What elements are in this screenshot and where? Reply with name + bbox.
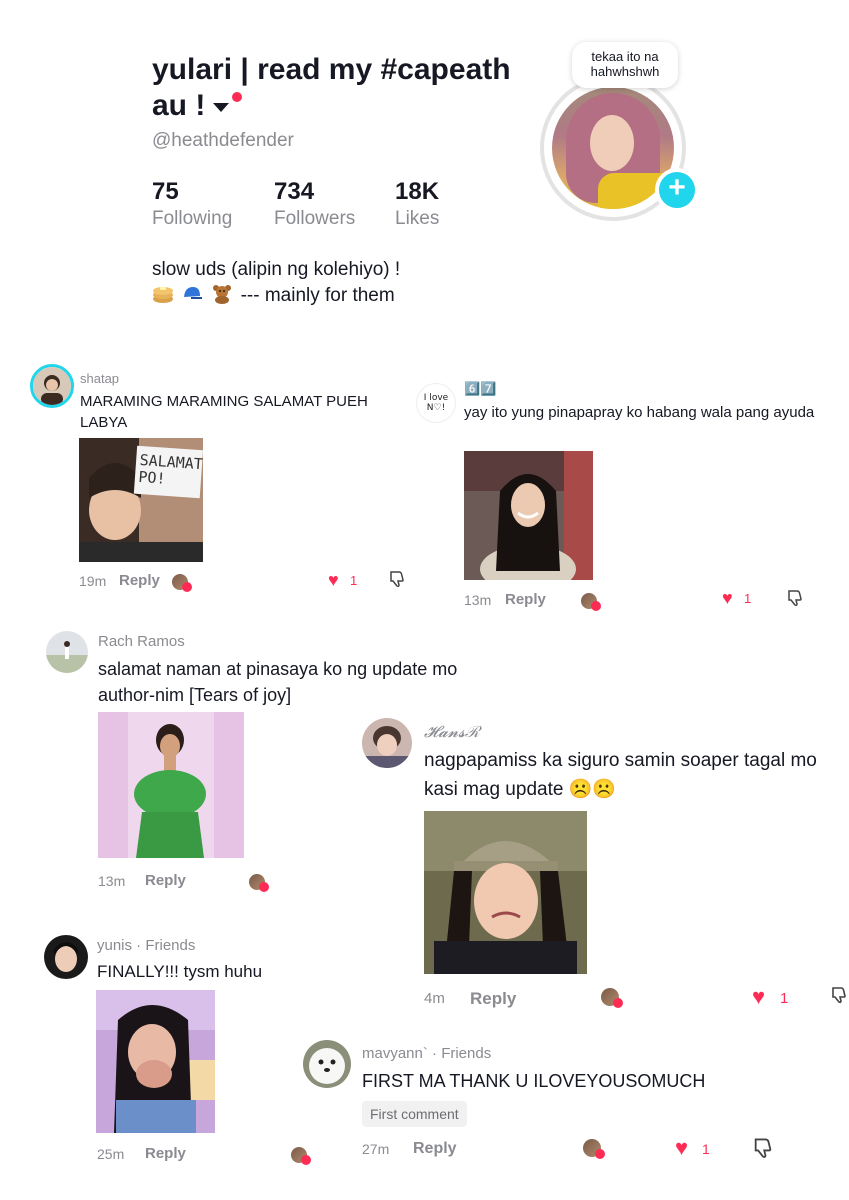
stat-followers[interactable]: 734 Followers <box>274 178 355 232</box>
creator-liked-avatar <box>583 1139 606 1159</box>
reply-button[interactable]: Reply <box>470 989 516 1009</box>
like-count: 1 <box>350 573 358 588</box>
comment-text: yay ito yung pinapapray ko habang wala p… <box>464 404 815 421</box>
stat-label: Followers <box>274 208 356 229</box>
avatar[interactable]: I love N♡! <box>416 383 456 423</box>
creator-liked-avatar <box>248 874 269 892</box>
reply-button[interactable]: Reply <box>119 572 160 589</box>
comment-text: salamat naman at pinasaya ko ng update m… <box>98 659 458 705</box>
comment-time: 13m <box>98 873 126 889</box>
comment-gif[interactable]: SALAMAT PO! <box>79 438 203 562</box>
comment-username[interactable]: 𝓗𝓪𝓷𝓼ℛ <box>424 722 480 742</box>
avatar[interactable] <box>44 935 88 979</box>
reply-button[interactable]: Reply <box>505 591 546 608</box>
comment-time: 4m <box>424 990 445 1007</box>
creator-liked-avatar <box>581 593 602 611</box>
like-count: 1 <box>702 1141 710 1157</box>
comment-username[interactable]: mavyann` · Friends <box>362 1045 491 1062</box>
like-count: 1 <box>780 990 789 1007</box>
reply-button[interactable]: Reply <box>145 1145 186 1162</box>
stat-value: 18K <box>395 178 440 205</box>
pancakes-icon <box>152 284 174 304</box>
dislike-icon[interactable] <box>786 589 804 612</box>
comment-gif[interactable] <box>98 712 244 858</box>
teddy-bear-icon <box>211 284 233 304</box>
bio-line-2: --- mainly for them <box>240 285 395 306</box>
like-count: 1 <box>744 591 752 606</box>
dislike-icon[interactable] <box>830 986 848 1013</box>
bio-line-1: slow uds (alipin ng kolehiyo) ! <box>152 259 401 280</box>
reply-button[interactable]: Reply <box>413 1140 457 1158</box>
profile-bio: slow uds (alipin ng kolehiyo) ! --- main… <box>152 257 400 309</box>
comment-gif[interactable] <box>464 451 593 580</box>
comment-username[interactable]: yunis · Friends <box>97 937 195 954</box>
notification-dot <box>232 92 243 102</box>
reply-button[interactable]: Reply <box>145 872 186 889</box>
comment-text: nagpapamiss ka siguro samin soaper tagal… <box>424 750 817 800</box>
comment-time: 13m <box>464 592 492 608</box>
heart-icon[interactable]: ♥ <box>675 1135 688 1161</box>
comment-username[interactable]: shatap <box>80 371 119 386</box>
dislike-icon[interactable] <box>388 570 406 593</box>
bio-emoji-group <box>152 283 235 309</box>
comment-text: FIRST MA THANK U ILOVEYOUSOMUCH <box>362 1071 706 1091</box>
creator-liked-avatar <box>290 1147 311 1165</box>
avatar[interactable] <box>362 718 412 768</box>
comment-username[interactable]: 6️⃣7️⃣ <box>464 381 496 397</box>
gif-caption: SALAMAT PO! <box>137 450 203 488</box>
note-bubble[interactable]: tekaa ito na hahwhshwh <box>572 42 678 88</box>
heart-icon[interactable]: ♥ <box>722 588 733 609</box>
add-story-button[interactable]: + <box>655 168 699 212</box>
stat-value: 75 <box>152 178 179 205</box>
stat-value: 734 <box>274 178 315 205</box>
profile-name: yulari | read my #capeath au ! <box>152 52 532 124</box>
avatar[interactable] <box>30 364 74 408</box>
first-comment-badge: First comment <box>362 1101 467 1127</box>
stat-label: Likes <box>395 208 440 229</box>
stat-label: Following <box>152 208 233 229</box>
creator-liked-avatar <box>601 988 624 1008</box>
profile-name-text: yulari | read my #capeath au ! <box>152 53 511 122</box>
stat-likes[interactable]: 18K Likes <box>395 178 439 232</box>
comment-gif[interactable] <box>424 811 587 974</box>
caret-down-icon[interactable] <box>213 102 230 112</box>
avatar[interactable] <box>303 1040 351 1088</box>
comment-text: MARAMING MARAMING SALAMAT PUEH LABYA <box>80 393 368 431</box>
dislike-icon[interactable] <box>752 1137 774 1164</box>
comment-time: 27m <box>362 1141 390 1157</box>
cap-icon <box>181 284 203 304</box>
stat-following[interactable]: 75 Following <box>152 178 232 232</box>
heart-icon[interactable]: ♥ <box>752 984 765 1010</box>
comment-time: 25m <box>97 1146 125 1162</box>
comment-time: 19m <box>79 573 107 589</box>
heart-icon[interactable]: ♥ <box>328 570 339 591</box>
comment-text: FINALLY!!! tysm huhu <box>97 962 263 981</box>
profile-handle: @heathdefender <box>152 130 294 151</box>
comment-gif[interactable] <box>96 990 215 1133</box>
creator-liked-avatar <box>172 574 192 592</box>
comment-username[interactable]: Rach Ramos <box>98 633 185 650</box>
avatar[interactable] <box>46 631 88 673</box>
